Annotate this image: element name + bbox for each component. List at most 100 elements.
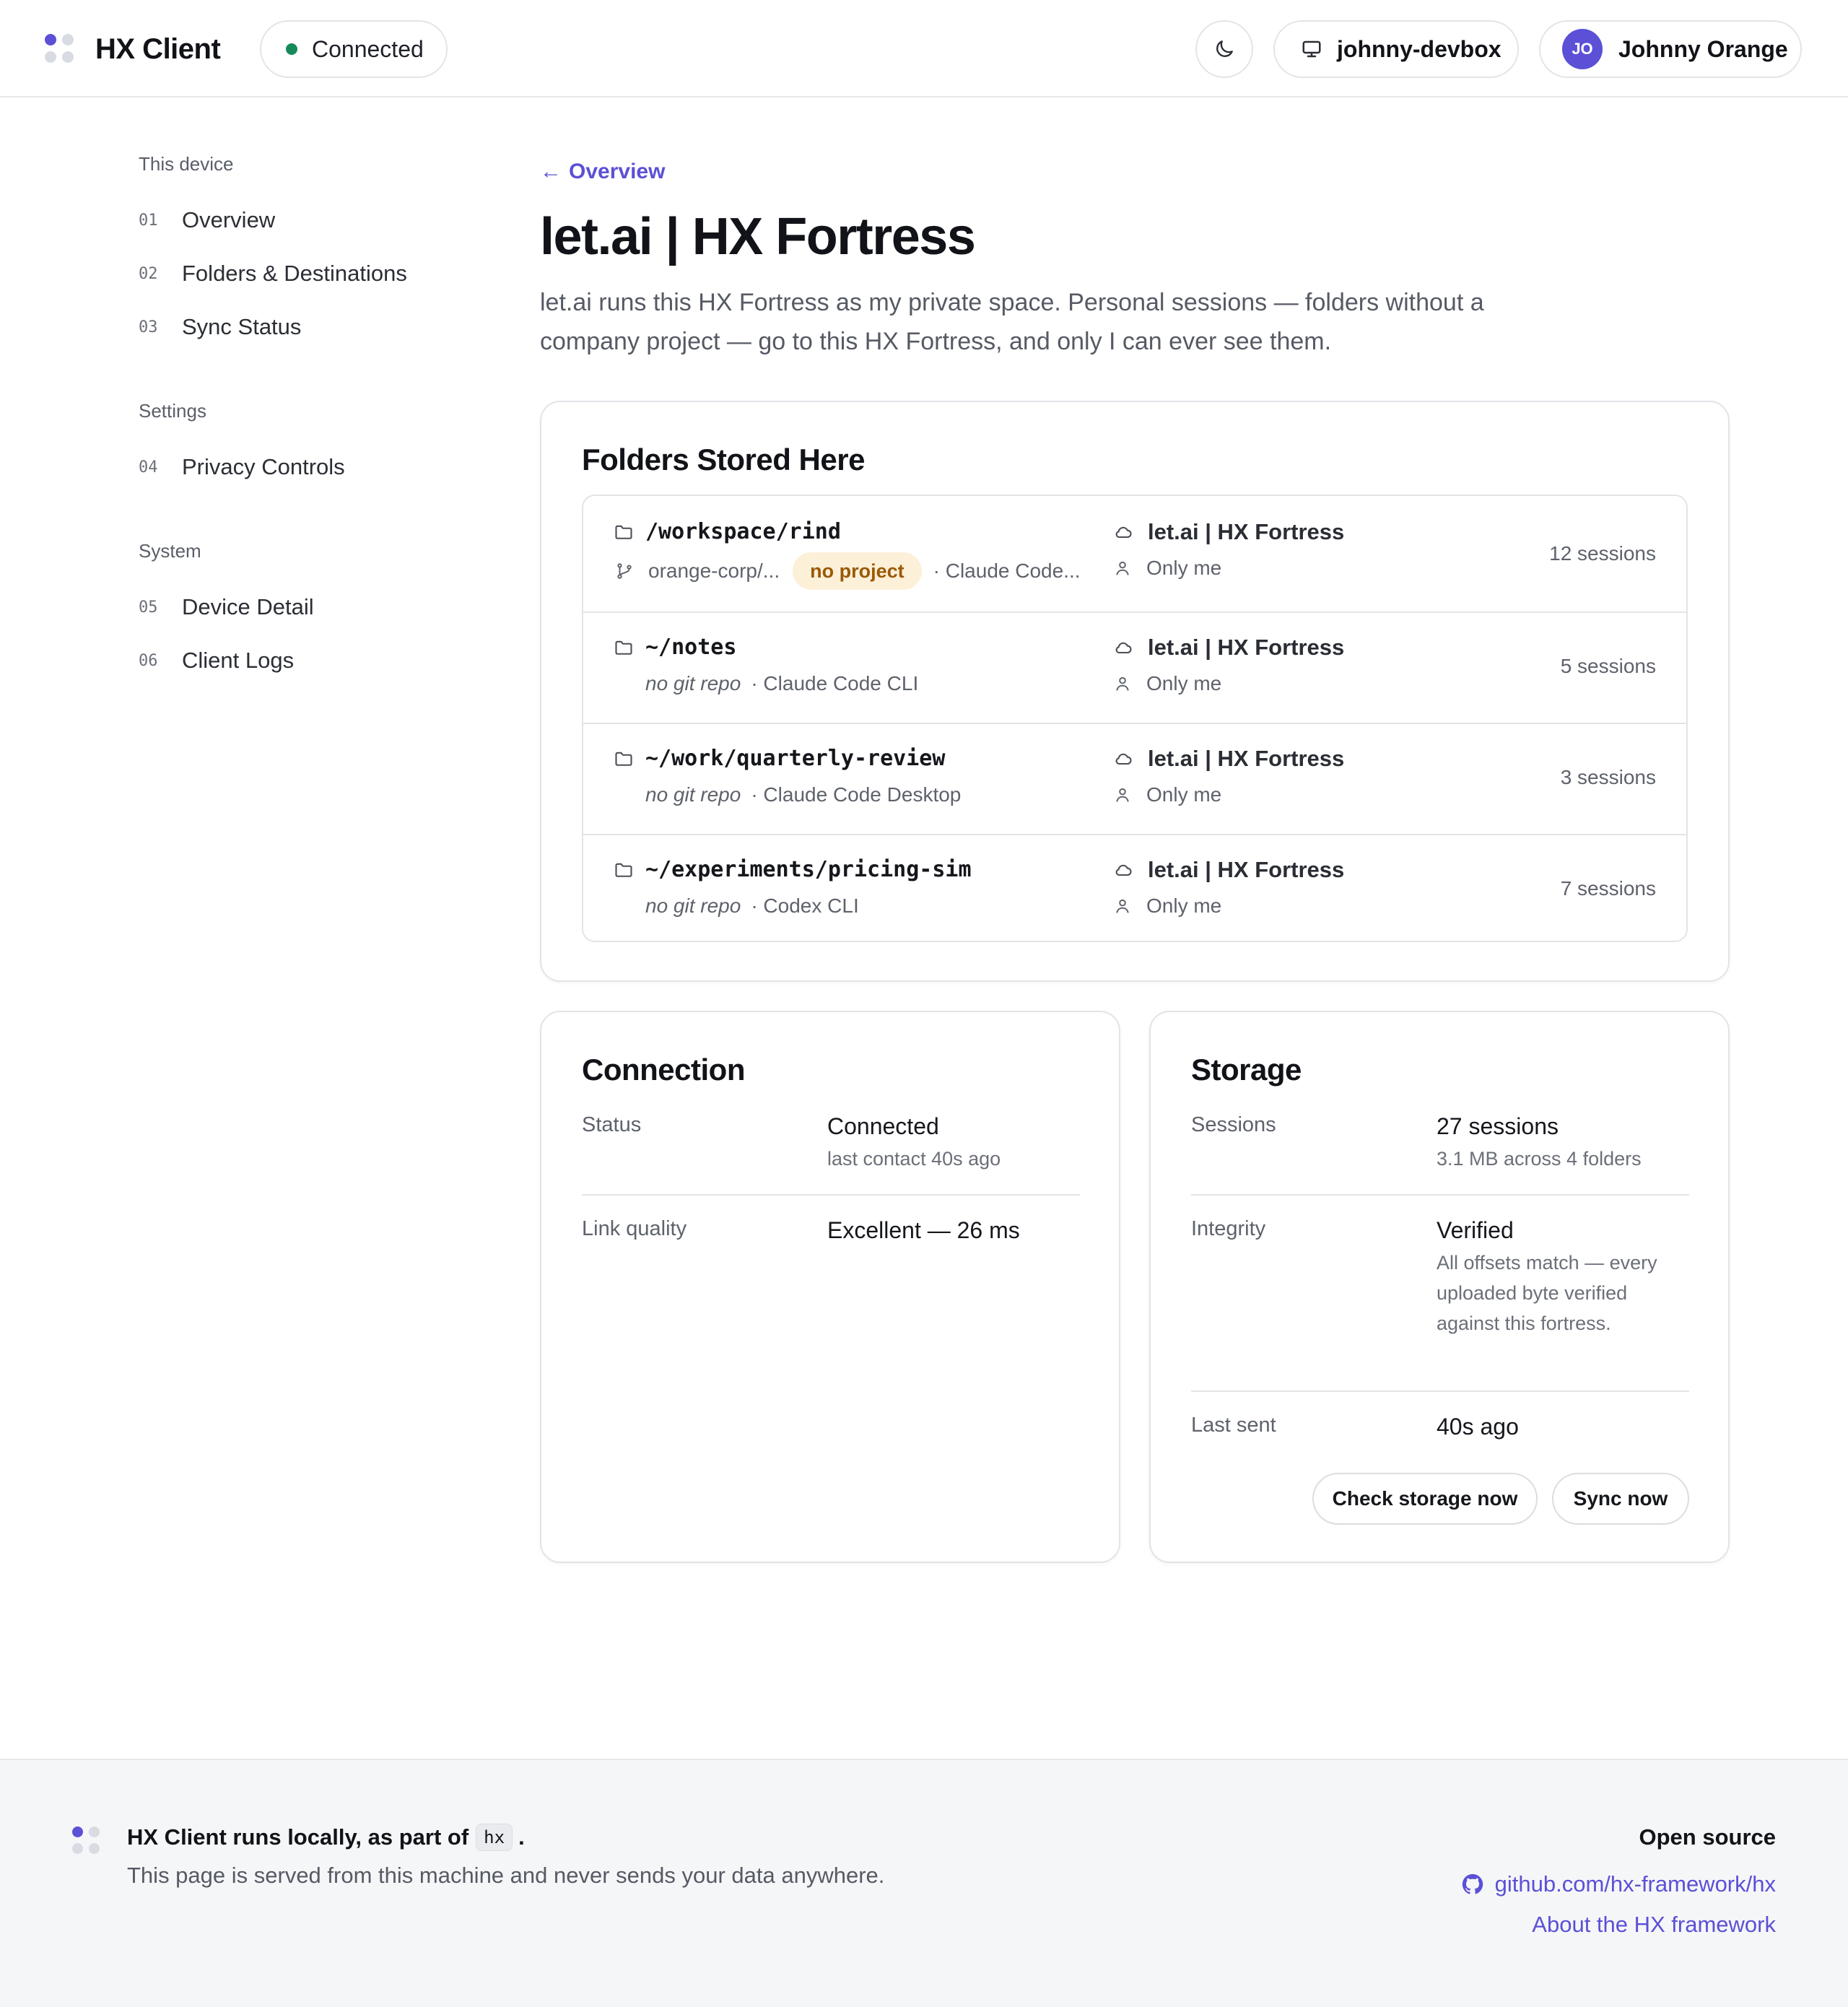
- sidebar-item-sync-status[interactable]: 03 Sync Status: [139, 300, 500, 354]
- avatar: JO: [1562, 29, 1603, 69]
- integrity-row: Integrity Verified All offsets match — e…: [1191, 1217, 1689, 1390]
- theme-toggle-button[interactable]: [1195, 20, 1253, 78]
- no-git-label: no git repo: [645, 672, 741, 695]
- sessions-key: Sessions: [1191, 1113, 1276, 1136]
- sidebar-item-folders-destinations[interactable]: 02 Folders & Destinations: [139, 247, 500, 300]
- sidebar-item-number: 06: [139, 651, 158, 670]
- sessions-value: 27 sessions: [1437, 1113, 1559, 1139]
- table-row[interactable]: ~/experiments/pricing-sim no git repo · …: [583, 835, 1686, 941]
- no-project-badge: no project: [793, 552, 922, 590]
- sidebar-item-label: Client Logs: [182, 648, 295, 673]
- brand[interactable]: HX Client: [45, 30, 221, 68]
- client-tool: · Claude Code CLI: [751, 672, 919, 695]
- folder-icon: [615, 752, 632, 766]
- session-count: 5 sessions: [1560, 655, 1656, 677]
- session-count: 12 sessions: [1549, 542, 1656, 565]
- session-count: 7 sessions: [1560, 877, 1656, 900]
- last-sent-value: 40s ago: [1437, 1414, 1519, 1440]
- device-selector-button[interactable]: johnny-devbox: [1273, 20, 1519, 78]
- open-source-title: Open source: [1639, 1824, 1777, 1850]
- storage-card-title: Storage: [1191, 1053, 1302, 1087]
- hx-code-chip: hx: [476, 1824, 513, 1851]
- sidebar-item-privacy-controls[interactable]: 04 Privacy Controls: [139, 440, 500, 494]
- last-sent-row: Last sent 40s ago: [1191, 1414, 1689, 1450]
- main-content: ← Overview let.ai | HX Fortress let.ai r…: [540, 157, 1731, 361]
- folders-card-title: Folders Stored Here: [582, 443, 865, 476]
- storage-size: 3.1 MB across 4 folders: [1437, 1148, 1642, 1170]
- visibility-label: Only me: [1146, 557, 1222, 579]
- visibility-label: Only me: [1146, 783, 1222, 806]
- footer-tagline-period: .: [518, 1824, 525, 1850]
- check-storage-button[interactable]: Check storage now: [1312, 1473, 1538, 1525]
- github-icon: [1462, 1873, 1483, 1894]
- no-git-label: no git repo: [645, 783, 741, 806]
- connection-status-label: Connected: [312, 35, 424, 62]
- visibility: Only me: [1113, 557, 1221, 580]
- folder-icon: [615, 525, 632, 539]
- status-dot-icon: [286, 43, 297, 55]
- destination: let.ai | HX Fortress: [1113, 746, 1344, 772]
- visibility-label: Only me: [1146, 672, 1222, 695]
- cloud-icon: [1115, 526, 1132, 539]
- user-icon: [1116, 561, 1129, 575]
- session-count: 3 sessions: [1560, 766, 1656, 788]
- destination-label: let.ai | HX Fortress: [1148, 857, 1345, 882]
- cloud-icon: [1115, 642, 1132, 654]
- footer-tagline-text: HX Client runs locally, as part of: [127, 1824, 469, 1850]
- sidebar-item-number: 02: [139, 264, 158, 283]
- destination: let.ai | HX Fortress: [1113, 857, 1344, 883]
- user-menu-button[interactable]: JO Johnny Orange: [1539, 20, 1802, 78]
- divider: [1191, 1194, 1689, 1196]
- visibility: Only me: [1113, 783, 1221, 806]
- cloud-icon: [1115, 864, 1132, 876]
- sidebar-item-client-logs[interactable]: 06 Client Logs: [139, 634, 500, 687]
- user-name: Johnny Orange: [1618, 35, 1788, 62]
- integrity-value: Verified: [1437, 1217, 1514, 1243]
- link-quality-key: Link quality: [582, 1217, 687, 1240]
- sidebar: This device 01 Overview 02 Folders & Des…: [139, 152, 500, 687]
- sidebar-item-overview[interactable]: 01 Overview: [139, 193, 500, 247]
- folder-meta: orange-corp/... no project · Claude Code…: [615, 552, 1081, 590]
- github-link[interactable]: github.com/hx-framework/hx: [1460, 1864, 1776, 1904]
- moon-icon: [1216, 40, 1233, 57]
- user-icon: [1116, 676, 1129, 691]
- table-row[interactable]: /workspace/rind orange-corp/... no proje…: [583, 496, 1686, 613]
- table-row[interactable]: ~/notes no git repo · Claude Code CLI le…: [583, 613, 1686, 724]
- sidebar-group-title: System: [139, 540, 201, 562]
- client-tool: · Claude Code...: [933, 560, 1081, 582]
- app-name: HX Client: [95, 32, 221, 65]
- folders-card: Folders Stored Here /workspace/rind oran…: [540, 401, 1730, 982]
- folder-meta: no git repo · Claude Code CLI: [615, 672, 918, 695]
- open-source-section: Open source github.com/hx-framework/hx A…: [1460, 1819, 1776, 1945]
- table-row[interactable]: ~/work/quarterly-review no git repo · Cl…: [583, 724, 1686, 835]
- divider: [1191, 1390, 1689, 1392]
- back-to-overview-link[interactable]: ← Overview: [540, 157, 1731, 186]
- device-name: johnny-devbox: [1337, 35, 1502, 62]
- footer: HX Client runs locally, as part of hx . …: [0, 1759, 1848, 2007]
- status-key: Status: [582, 1113, 642, 1136]
- sidebar-item-number: 05: [139, 598, 158, 617]
- sync-now-button[interactable]: Sync now: [1552, 1473, 1689, 1525]
- client-tool: · Codex CLI: [751, 894, 859, 917]
- folder-path: ~/experiments/pricing-sim: [645, 857, 972, 882]
- destination: let.ai | HX Fortress: [1113, 519, 1344, 545]
- folder-meta: no git repo · Claude Code Desktop: [615, 783, 961, 806]
- git-repo-name: orange-corp/...: [648, 560, 780, 582]
- sidebar-item-device-detail[interactable]: 05 Device Detail: [139, 580, 500, 634]
- folder-path: ~/work/quarterly-review: [645, 746, 946, 771]
- storage-card: Storage Sessions 27 sessions 3.1 MB acro…: [1149, 1011, 1730, 1563]
- link-quality-value: Excellent — 26 ms: [827, 1217, 1020, 1243]
- no-git-label: no git repo: [645, 894, 741, 917]
- git-branch-icon: [617, 563, 632, 579]
- sessions-row: Sessions 27 sessions 3.1 MB across 4 fol…: [1191, 1113, 1689, 1193]
- sidebar-item-label: Device Detail: [182, 594, 314, 619]
- last-sent-key: Last sent: [1191, 1414, 1276, 1437]
- about-hx-link[interactable]: About the HX framework: [1460, 1904, 1776, 1945]
- connection-status-badge: Connected: [260, 20, 448, 78]
- client-tool: · Claude Code Desktop: [751, 783, 962, 806]
- link-quality-row: Link quality Excellent — 26 ms: [582, 1217, 1080, 1253]
- folder-path: ~/notes: [645, 635, 737, 660]
- page-description: let.ai runs this HX Fortress as my priva…: [540, 289, 1484, 355]
- visibility-label: Only me: [1146, 894, 1222, 917]
- destination: let.ai | HX Fortress: [1113, 635, 1344, 661]
